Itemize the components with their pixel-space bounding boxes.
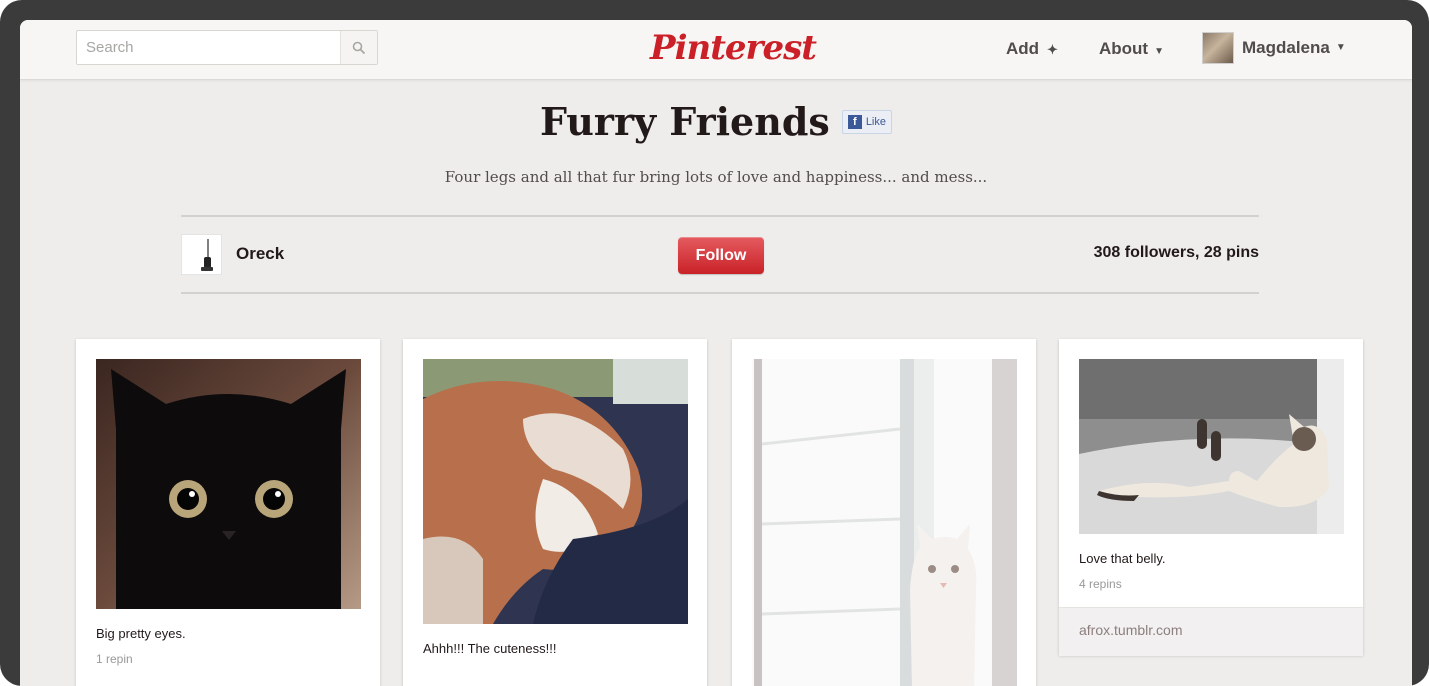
plus-icon: ✦ [1047,42,1058,57]
pin-image[interactable] [1079,359,1344,534]
facebook-like-button[interactable]: f Like [841,110,892,134]
pin-image[interactable] [423,359,688,624]
pin-description: Love that belly. [1079,551,1166,566]
caret-down-icon: ▼ [1335,42,1346,53]
pinterest-logo[interactable]: Pinterest [650,24,817,72]
pin-repins: 4 repins [1079,577,1122,591]
board-meta-row: Oreck Follow 308 followers, 28 pins [181,215,1259,294]
user-menu[interactable]: Magdalena ▼ [1202,32,1346,64]
pin-card[interactable]: Love that belly. 4 repins afrox.tumblr.c… [1059,339,1363,656]
facebook-icon: f [847,115,862,129]
vacuum-icon [201,239,213,271]
board-description: Four legs and all that fur bring lots of… [444,168,988,186]
owner-avatar[interactable] [181,234,222,275]
board-title: Furry Friends [539,99,830,144]
like-label: Like [865,116,886,128]
add-menu[interactable]: Add ✦ [1006,38,1058,61]
search-icon [352,41,366,54]
pin-image[interactable] [752,359,1017,686]
follow-button[interactable]: Follow [678,237,764,274]
pin-image[interactable] [96,359,361,609]
search-input[interactable] [77,31,343,64]
device-frame: Pinterest Add ✦ About ▼ Magdalena ▼ Furry F… [0,0,1429,686]
search-box [76,30,378,65]
top-navigation-bar: Pinterest Add ✦ About ▼ Magdalena ▼ [20,20,1412,80]
pin-card[interactable]: Ahhh!!! The cuteness!!! [403,339,707,686]
pin-source-link[interactable]: afrox.tumblr.com [1079,622,1182,638]
about-menu-label: About [1099,39,1149,58]
browser-screen: Pinterest Add ✦ About ▼ Magdalena ▼ Furry F… [20,20,1412,686]
user-menu-label: Magdalena [1242,38,1330,57]
pin-card[interactable]: Big pretty eyes. 1 repin [76,339,380,686]
pin-description: Big pretty eyes. [96,626,186,641]
pin-source[interactable]: afrox.tumblr.com [1059,607,1363,656]
board-header: Furry Friends f Like [20,96,1412,148]
owner-name[interactable]: Oreck [236,244,284,264]
add-menu-label: Add [1006,39,1040,58]
user-avatar [1202,32,1234,64]
pin-card[interactable] [732,339,1036,686]
about-menu[interactable]: About ▼ [1099,38,1164,63]
caret-down-icon: ▼ [1154,46,1164,57]
board-stats: 308 followers, 28 pins [1093,244,1259,261]
search-button[interactable] [340,31,377,64]
pin-description: Ahhh!!! The cuteness!!! [423,641,557,656]
pin-repins: 1 repin [96,652,133,666]
